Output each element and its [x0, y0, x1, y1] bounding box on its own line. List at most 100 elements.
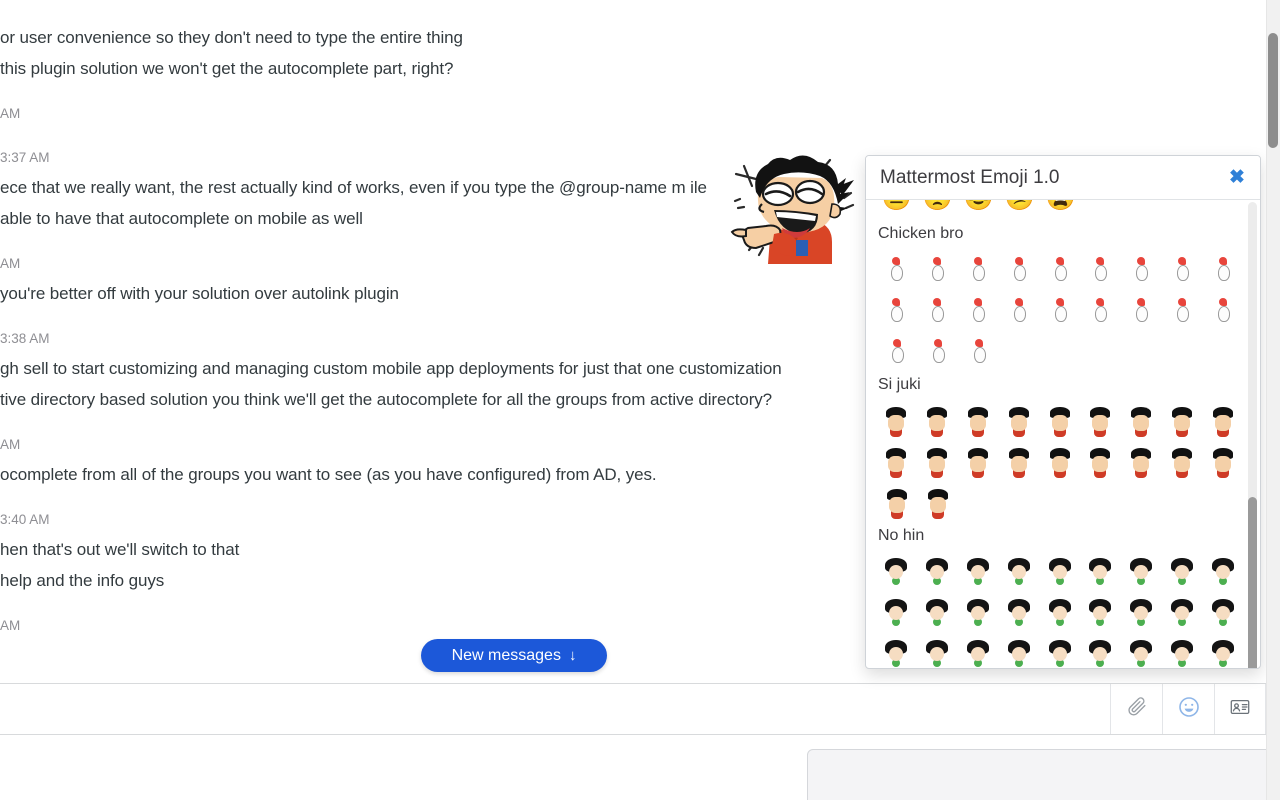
- custom-emoji-item[interactable]: [1202, 250, 1243, 286]
- custom-emoji-item[interactable]: [1080, 291, 1121, 327]
- custom-emoji-item[interactable]: [917, 401, 958, 437]
- custom-emoji-item[interactable]: [1161, 552, 1202, 588]
- message-input[interactable]: [0, 684, 1100, 734]
- custom-emoji-item[interactable]: [998, 442, 1039, 478]
- custom-emoji-item[interactable]: [998, 552, 1039, 588]
- custom-emoji-item[interactable]: [1080, 401, 1121, 437]
- custom-emoji-item[interactable]: [998, 250, 1039, 286]
- nhn-sprite-icon: [1004, 596, 1034, 626]
- custom-emoji-item[interactable]: [1080, 593, 1121, 629]
- emoji-row: [866, 247, 1243, 288]
- custom-emoji-item[interactable]: [1121, 250, 1162, 286]
- custom-emoji-item[interactable]: [917, 593, 958, 629]
- sjk-sprite-icon: [1004, 445, 1034, 475]
- custom-emoji-item[interactable]: [876, 291, 917, 327]
- custom-emoji-item[interactable]: [1121, 442, 1162, 478]
- custom-emoji-item[interactable]: [1039, 291, 1080, 327]
- custom-emoji-item[interactable]: [1039, 552, 1080, 588]
- emoji-scrollbar-thumb[interactable]: [1248, 497, 1257, 668]
- post-spacer: [0, 84, 1266, 100]
- nhn-sprite-icon: [963, 596, 993, 626]
- custom-emoji-item[interactable]: [1080, 250, 1121, 286]
- custom-emoji-item[interactable]: [917, 442, 958, 478]
- custom-emoji-item[interactable]: [1202, 593, 1243, 629]
- nhn-sprite-icon: [1208, 596, 1238, 626]
- emoji-scroll-region[interactable]: 😑😟😎😕😫 Chicken bro Si juki No hin: [866, 200, 1260, 668]
- custom-emoji-item[interactable]: [1121, 401, 1162, 437]
- custom-emoji-item[interactable]: [876, 401, 917, 437]
- custom-emoji-item[interactable]: [1121, 291, 1162, 327]
- emoji-picker-panel[interactable]: Mattermost Emoji 1.0 ✖ 😑😟😎😕😫 Chicken bro S…: [865, 155, 1261, 669]
- custom-emoji-item[interactable]: [958, 634, 999, 669]
- custom-emoji-item[interactable]: [998, 291, 1039, 327]
- custom-emoji-item[interactable]: [1202, 291, 1243, 327]
- custom-emoji-item[interactable]: [1161, 401, 1202, 437]
- custom-emoji-item[interactable]: [876, 483, 917, 519]
- custom-emoji-item[interactable]: [1039, 593, 1080, 629]
- emoji-item[interactable]: 😕: [999, 200, 1040, 217]
- custom-emoji-item[interactable]: [1121, 552, 1162, 588]
- custom-emoji-item[interactable]: [1202, 552, 1243, 588]
- custom-emoji-item[interactable]: [1080, 552, 1121, 588]
- chk-sprite-icon: [1004, 294, 1034, 324]
- emoji-item[interactable]: 😎: [958, 200, 999, 217]
- custom-emoji-item[interactable]: [1039, 401, 1080, 437]
- custom-emoji-item[interactable]: [917, 634, 958, 669]
- sjk-sprite-icon: [922, 404, 952, 434]
- custom-emoji-item[interactable]: [998, 634, 1039, 669]
- nhn-sprite-icon: [1045, 555, 1075, 585]
- custom-emoji-item[interactable]: [1161, 442, 1202, 478]
- custom-emoji-item[interactable]: [1161, 291, 1202, 327]
- custom-emoji-item[interactable]: [958, 552, 999, 588]
- custom-emoji-item[interactable]: [876, 332, 917, 368]
- emoji-row: [866, 590, 1243, 631]
- custom-emoji-item[interactable]: [1039, 442, 1080, 478]
- custom-emoji-item[interactable]: [876, 250, 917, 286]
- custom-emoji-item[interactable]: [876, 593, 917, 629]
- sjk-sprite-icon: [1208, 445, 1238, 475]
- custom-emoji-item[interactable]: [876, 552, 917, 588]
- custom-emoji-item[interactable]: [917, 332, 958, 368]
- custom-emoji-item[interactable]: [958, 442, 999, 478]
- custom-emoji-item[interactable]: [1202, 634, 1243, 669]
- custom-emoji-item[interactable]: [917, 552, 958, 588]
- message-priority-button[interactable]: [1214, 684, 1266, 734]
- emoji-item[interactable]: 😑: [876, 200, 917, 217]
- custom-emoji-item[interactable]: [958, 250, 999, 286]
- custom-emoji-item[interactable]: [1080, 634, 1121, 669]
- custom-emoji-item[interactable]: [1039, 250, 1080, 286]
- custom-emoji-item[interactable]: [958, 593, 999, 629]
- custom-emoji-item[interactable]: [1202, 442, 1243, 478]
- emoji-picker-button[interactable]: [1162, 684, 1214, 734]
- close-icon[interactable]: ✖: [1226, 167, 1248, 189]
- custom-emoji-item[interactable]: [917, 483, 958, 519]
- emoji-section-title: Si juki: [878, 376, 921, 393]
- sjk-sprite-icon: [1045, 445, 1075, 475]
- custom-emoji-item[interactable]: [1202, 401, 1243, 437]
- page-scrollbar-thumb[interactable]: [1268, 33, 1278, 148]
- custom-emoji-item[interactable]: [1080, 442, 1121, 478]
- custom-emoji-item[interactable]: [1121, 593, 1162, 629]
- chk-sprite-icon: [922, 253, 952, 283]
- custom-emoji-item[interactable]: [958, 291, 999, 327]
- custom-emoji-item[interactable]: [1039, 634, 1080, 669]
- custom-emoji-item[interactable]: [958, 401, 999, 437]
- custom-emoji-item[interactable]: [917, 250, 958, 286]
- chk-sprite-icon: [1126, 253, 1156, 283]
- attachment-button[interactable]: [1110, 684, 1162, 734]
- custom-emoji-item[interactable]: [1161, 593, 1202, 629]
- page-scrollbar-track[interactable]: [1266, 0, 1280, 800]
- custom-emoji-item[interactable]: [1161, 250, 1202, 286]
- new-messages-button[interactable]: New messages ↓: [421, 639, 607, 672]
- custom-emoji-item[interactable]: [876, 634, 917, 669]
- custom-emoji-item[interactable]: [1121, 634, 1162, 669]
- custom-emoji-item[interactable]: [998, 401, 1039, 437]
- custom-emoji-item[interactable]: [1161, 634, 1202, 669]
- custom-emoji-item[interactable]: [917, 291, 958, 327]
- message-input-actions: [1110, 684, 1266, 734]
- emoji-item[interactable]: 😫: [1040, 200, 1081, 217]
- custom-emoji-item[interactable]: [958, 332, 999, 368]
- custom-emoji-item[interactable]: [998, 593, 1039, 629]
- emoji-item[interactable]: 😟: [917, 200, 958, 217]
- custom-emoji-item[interactable]: [876, 442, 917, 478]
